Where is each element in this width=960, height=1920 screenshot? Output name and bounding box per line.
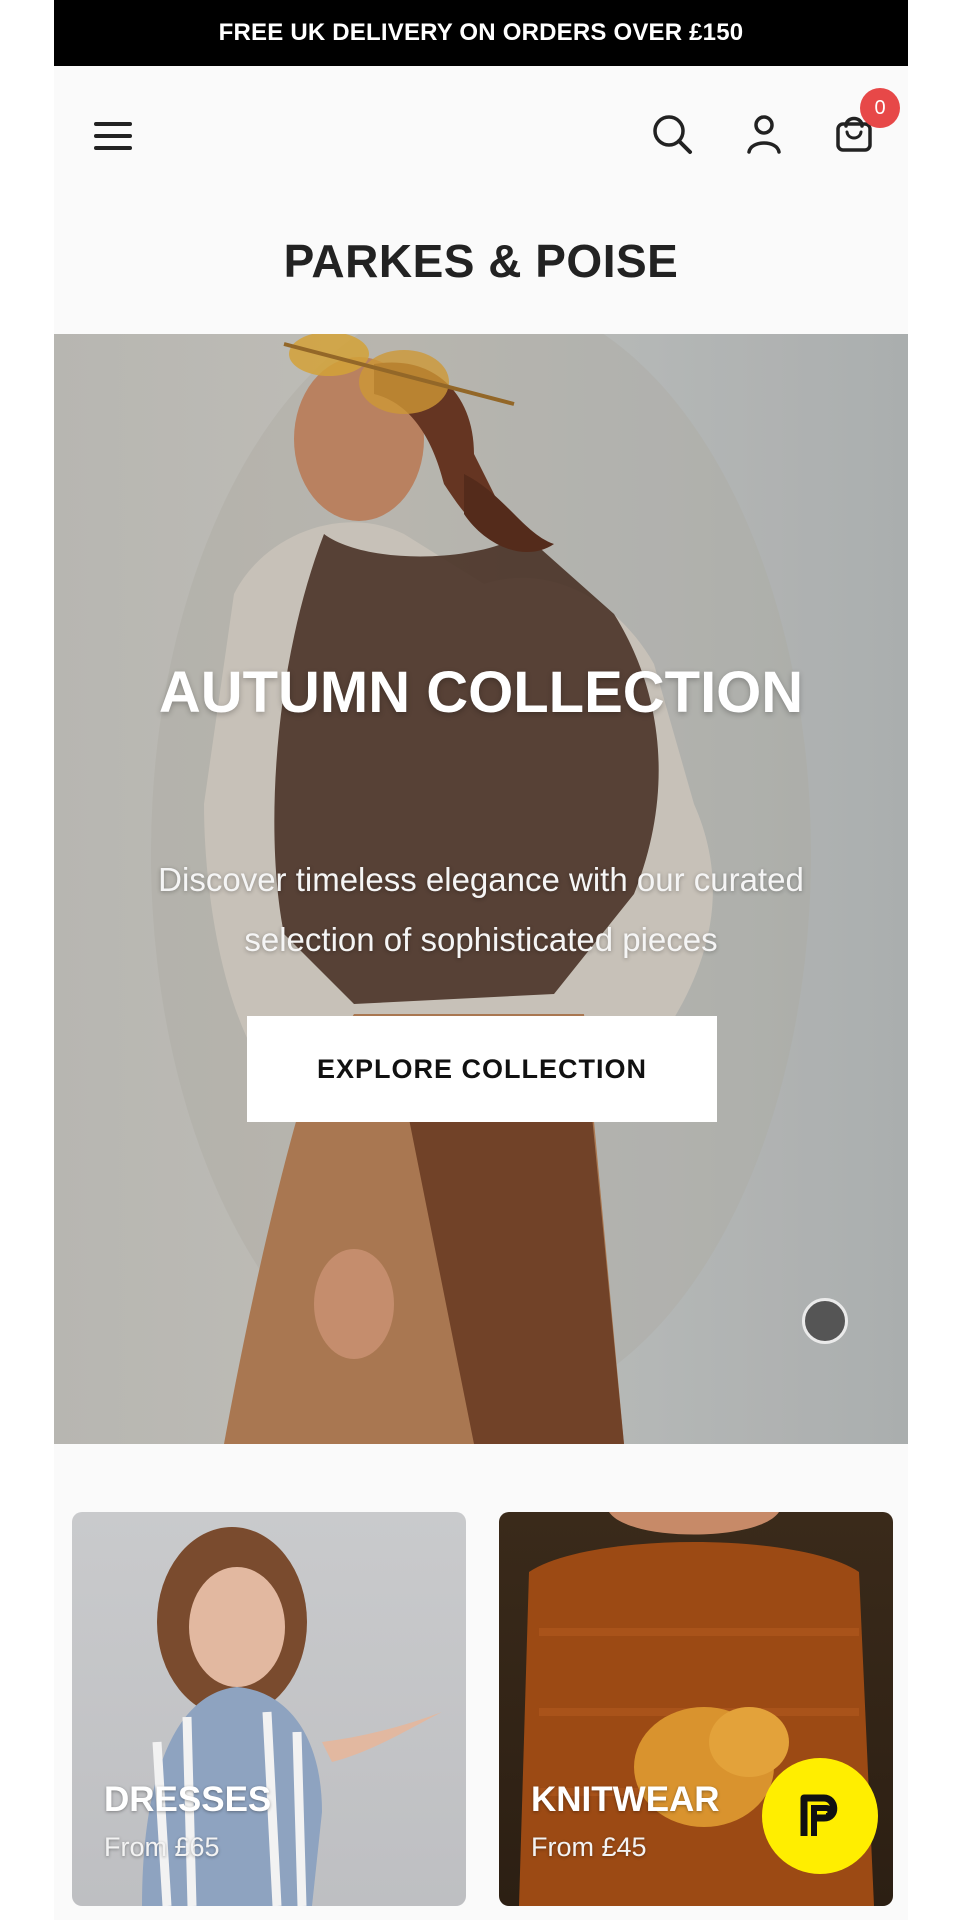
menu-icon[interactable]	[92, 114, 136, 158]
pay-logo-icon	[800, 1794, 838, 1836]
category-price-knitwear: From £45	[531, 1832, 647, 1862]
category-title-dresses: DRESSES	[104, 1780, 272, 1819]
explore-collection-button[interactable]: EXPLORE COLLECTION	[247, 1016, 717, 1122]
page: FREE UK DELIVERY ON ORDERS OVER £150 0 P…	[54, 0, 908, 1920]
pay-badge-button[interactable]	[762, 1758, 878, 1874]
category-price-dresses: From £65	[104, 1832, 220, 1862]
hero-title-text: AUTUMN COLLECTION	[158, 660, 804, 725]
account-icon[interactable]	[742, 112, 786, 156]
category-tile-dresses[interactable]: DRESSES From £65	[72, 1512, 466, 1906]
hero-subtitle: Discover timeless elegance with our cura…	[158, 861, 804, 958]
announcement-bar: FREE UK DELIVERY ON ORDERS OVER £150	[54, 0, 908, 66]
announcement-text: FREE UK DELIVERY ON ORDERS OVER £150	[218, 19, 744, 46]
hero-title: AUTUMN COLLECTION	[54, 654, 908, 732]
cart-count: 0	[874, 96, 886, 119]
slider-dot[interactable]	[802, 1298, 848, 1344]
brand-logo[interactable]: PARKES & POISE	[54, 234, 908, 288]
hero-banner: AUTUMN COLLECTION Discover timeless eleg…	[54, 334, 908, 1444]
cart-count-badge: 0	[860, 88, 900, 128]
site-header: 0 PARKES & POISE	[54, 66, 908, 334]
search-icon[interactable]	[650, 112, 694, 156]
category-title-knitwear: KNITWEAR	[531, 1780, 720, 1819]
